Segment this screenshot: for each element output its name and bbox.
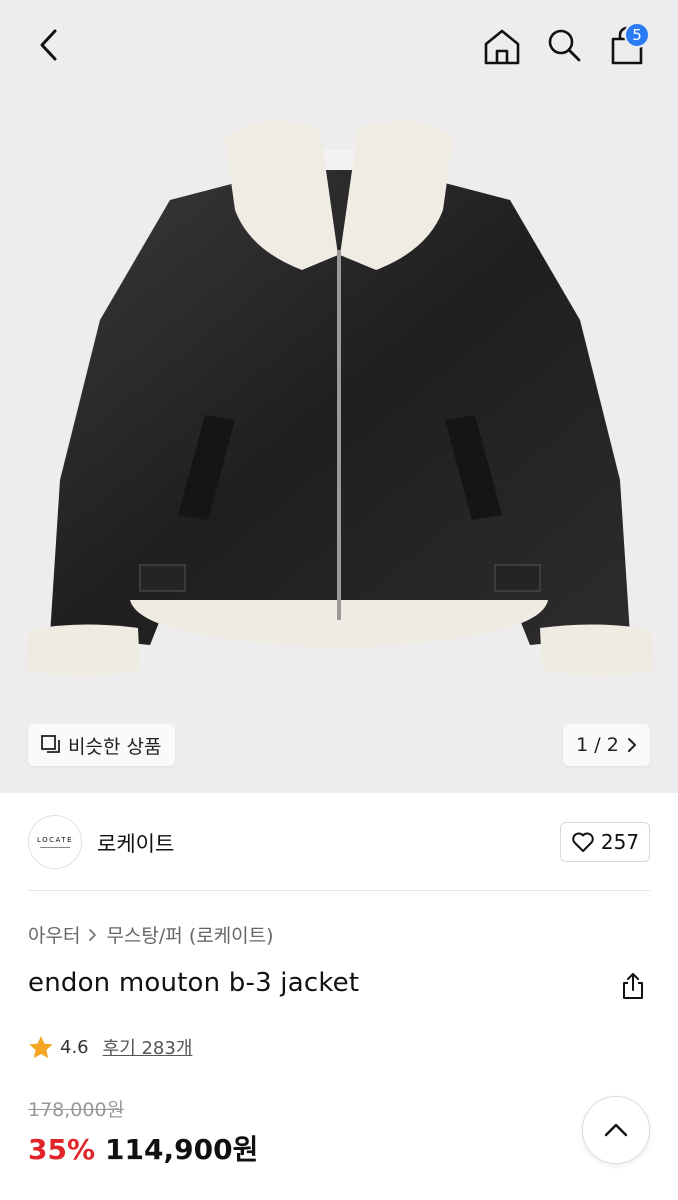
home-icon <box>484 29 520 65</box>
similar-items-icon <box>41 735 60 753</box>
top-navigation-bar: 5 <box>0 0 678 92</box>
scroll-to-top-button[interactable] <box>582 1096 650 1164</box>
search-button[interactable] <box>541 22 587 68</box>
like-button[interactable]: 257 <box>560 822 650 862</box>
similar-products-label: 비슷한 상품 <box>68 735 162 758</box>
brand-logo-text: LOCATE <box>37 836 73 844</box>
chevron-right-icon <box>89 928 97 941</box>
sale-price: 114,900원 <box>105 1133 259 1166</box>
home-button[interactable] <box>478 22 526 70</box>
product-gallery[interactable]: 5 비슷한 상품 1 / 2 <box>0 0 678 793</box>
breadcrumb: 아우터 무스탕/퍼 (로케이트) <box>28 921 274 948</box>
product-title: endon mouton b-3 jacket <box>28 968 360 998</box>
page-indicator: 1 / 2 <box>576 734 619 756</box>
image-pager-button[interactable]: 1 / 2 <box>563 724 650 766</box>
similar-products-button[interactable]: 비슷한 상품 <box>28 724 176 766</box>
brand-name[interactable]: 로케이트 <box>97 828 174 858</box>
share-icon <box>623 973 643 999</box>
brand-row: LOCATE 로케이트 257 <box>28 815 650 869</box>
chevron-left-icon <box>40 29 57 61</box>
rating-value: 4.6 <box>60 1036 89 1058</box>
reviews-link[interactable]: 후기 283개 <box>103 1034 193 1060</box>
cart-count-badge: 5 <box>624 22 650 48</box>
brand-logo-line <box>40 847 70 848</box>
product-image[interactable] <box>20 100 658 700</box>
share-button[interactable] <box>616 968 650 1004</box>
like-count: 257 <box>600 830 640 854</box>
price-row: 35% 114,900원 <box>28 1128 258 1168</box>
brand-logo[interactable]: LOCATE <box>28 815 82 869</box>
title-row: endon mouton b-3 jacket <box>28 966 650 1006</box>
breadcrumb-category[interactable]: 아우터 <box>28 921 80 948</box>
discount-rate: 35% <box>28 1133 96 1166</box>
original-price: 178,000원 <box>28 1099 125 1121</box>
rating-row: 4.6 후기 283개 <box>28 1034 192 1060</box>
back-button[interactable] <box>28 24 70 66</box>
star-icon <box>29 1035 53 1058</box>
breadcrumb-subcategory[interactable]: 무스탕/퍼 (로케이트) <box>106 921 273 948</box>
search-icon <box>548 29 581 62</box>
chevron-up-icon <box>604 1123 628 1137</box>
heart-icon <box>572 832 594 852</box>
divider <box>28 890 650 891</box>
chevron-right-icon <box>627 738 636 752</box>
